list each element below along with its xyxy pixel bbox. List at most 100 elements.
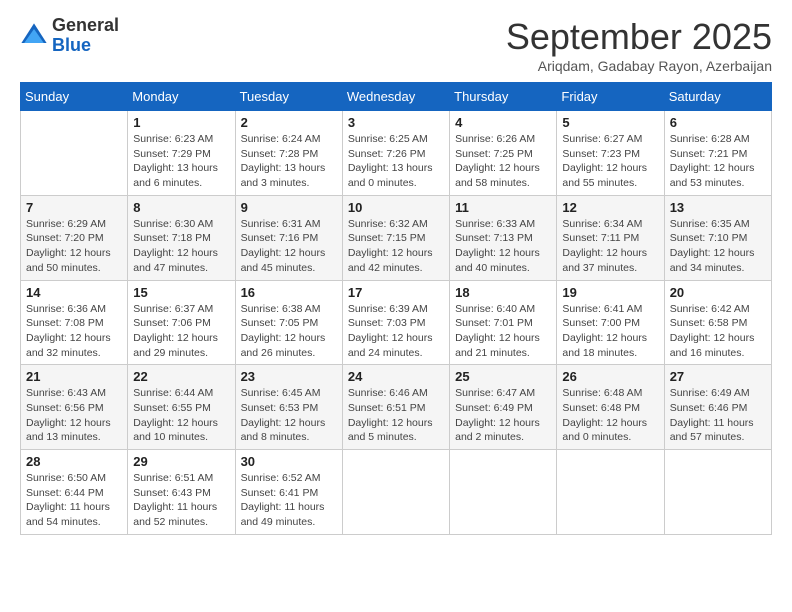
day-number: 21 [26, 369, 122, 384]
calendar-cell: 19 Sunrise: 6:41 AM Sunset: 7:00 PM Dayli… [557, 280, 664, 365]
day-number: 17 [348, 285, 444, 300]
day-number: 4 [455, 115, 551, 130]
day-info: Sunrise: 6:50 AM Sunset: 6:44 PM Dayligh… [26, 471, 122, 530]
calendar-week-3: 14 Sunrise: 6:36 AM Sunset: 7:08 PM Dayli… [21, 280, 772, 365]
day-info: Sunrise: 6:49 AM Sunset: 6:46 PM Dayligh… [670, 386, 766, 445]
calendar-week-5: 28Sunrise: 6:50 AM Sunset: 6:44 PM Dayli… [21, 450, 772, 535]
day-info: Sunrise: 6:42 AM Sunset: 6:58 PM Dayligh… [670, 302, 766, 361]
day-info: Sunrise: 6:32 AM Sunset: 7:15 PM Dayligh… [348, 217, 444, 276]
day-info: Sunrise: 6:31 AM Sunset: 7:16 PM Dayligh… [241, 217, 337, 276]
day-info: Sunrise: 6:29 AM Sunset: 7:20 PM Dayligh… [26, 217, 122, 276]
calendar-cell: 1 Sunrise: 6:23 AM Sunset: 7:29 PM Daylig… [128, 111, 235, 196]
day-header-saturday: Saturday [664, 83, 771, 111]
day-number: 24 [348, 369, 444, 384]
calendar-cell: 3 Sunrise: 6:25 AM Sunset: 7:26 PM Daylig… [342, 111, 449, 196]
day-number: 30 [241, 454, 337, 469]
calendar-week-4: 21Sunrise: 6:43 AM Sunset: 6:56 PM Dayli… [21, 365, 772, 450]
day-info: Sunrise: 6:45 AM Sunset: 6:53 PM Dayligh… [241, 386, 337, 445]
day-info: Sunrise: 6:28 AM Sunset: 7:21 PM Dayligh… [670, 132, 766, 191]
calendar-cell: 5 Sunrise: 6:27 AM Sunset: 7:23 PM Daylig… [557, 111, 664, 196]
day-info: Sunrise: 6:26 AM Sunset: 7:25 PM Dayligh… [455, 132, 551, 191]
day-info: Sunrise: 6:23 AM Sunset: 7:29 PM Dayligh… [133, 132, 229, 191]
day-header-tuesday: Tuesday [235, 83, 342, 111]
day-header-wednesday: Wednesday [342, 83, 449, 111]
calendar-cell: 9 Sunrise: 6:31 AM Sunset: 7:16 PM Daylig… [235, 195, 342, 280]
day-number: 29 [133, 454, 229, 469]
calendar-cell: 2Sunrise: 6:24 AM Sunset: 7:28 PM Daylig… [235, 111, 342, 196]
day-info: Sunrise: 6:41 AM Sunset: 7:00 PM Dayligh… [562, 302, 658, 361]
title-block: September 2025 Ariqdam, Gadabay Rayon, A… [506, 16, 772, 74]
day-header-monday: Monday [128, 83, 235, 111]
day-header-friday: Friday [557, 83, 664, 111]
day-number: 16 [241, 285, 337, 300]
day-info: Sunrise: 6:46 AM Sunset: 6:51 PM Dayligh… [348, 386, 444, 445]
calendar-week-1: 1 Sunrise: 6:23 AM Sunset: 7:29 PM Daylig… [21, 111, 772, 196]
day-number: 3 [348, 115, 444, 130]
day-number: 19 [562, 285, 658, 300]
day-number: 20 [670, 285, 766, 300]
calendar-table: SundayMondayTuesdayWednesdayThursdayFrid… [20, 82, 772, 535]
calendar-cell: 29Sunrise: 6:51 AM Sunset: 6:43 PM Dayli… [128, 450, 235, 535]
day-info: Sunrise: 6:37 AM Sunset: 7:06 PM Dayligh… [133, 302, 229, 361]
calendar-cell: 11 Sunrise: 6:33 AM Sunset: 7:13 PM Dayli… [450, 195, 557, 280]
calendar-cell: 22Sunrise: 6:44 AM Sunset: 6:55 PM Dayli… [128, 365, 235, 450]
calendar-cell: 18 Sunrise: 6:40 AM Sunset: 7:01 PM Dayli… [450, 280, 557, 365]
day-info: Sunrise: 6:48 AM Sunset: 6:48 PM Dayligh… [562, 386, 658, 445]
calendar-cell: 10 Sunrise: 6:32 AM Sunset: 7:15 PM Dayli… [342, 195, 449, 280]
calendar-cell: 13Sunrise: 6:35 AM Sunset: 7:10 PM Dayli… [664, 195, 771, 280]
calendar-cell: 21Sunrise: 6:43 AM Sunset: 6:56 PM Dayli… [21, 365, 128, 450]
calendar-cell: 25Sunrise: 6:47 AM Sunset: 6:49 PM Dayli… [450, 365, 557, 450]
day-info: Sunrise: 6:38 AM Sunset: 7:05 PM Dayligh… [241, 302, 337, 361]
logo-text: General Blue [52, 16, 119, 56]
day-header-thursday: Thursday [450, 83, 557, 111]
logo-icon [20, 22, 48, 50]
calendar-cell: 24 Sunrise: 6:46 AM Sunset: 6:51 PM Dayli… [342, 365, 449, 450]
day-info: Sunrise: 6:25 AM Sunset: 7:26 PM Dayligh… [348, 132, 444, 191]
day-number: 22 [133, 369, 229, 384]
logo: General Blue [20, 16, 119, 56]
calendar-cell: 30 Sunrise: 6:52 AM Sunset: 6:41 PM Dayli… [235, 450, 342, 535]
day-info: Sunrise: 6:33 AM Sunset: 7:13 PM Dayligh… [455, 217, 551, 276]
day-number: 18 [455, 285, 551, 300]
calendar-cell [664, 450, 771, 535]
location-subtitle: Ariqdam, Gadabay Rayon, Azerbaijan [506, 58, 772, 74]
day-number: 11 [455, 200, 551, 215]
day-info: Sunrise: 6:40 AM Sunset: 7:01 PM Dayligh… [455, 302, 551, 361]
day-number: 26 [562, 369, 658, 384]
calendar-cell: 27Sunrise: 6:49 AM Sunset: 6:46 PM Dayli… [664, 365, 771, 450]
calendar-cell [557, 450, 664, 535]
day-number: 1 [133, 115, 229, 130]
calendar-cell [21, 111, 128, 196]
day-number: 2 [241, 115, 337, 130]
day-info: Sunrise: 6:36 AM Sunset: 7:08 PM Dayligh… [26, 302, 122, 361]
day-info: Sunrise: 6:27 AM Sunset: 7:23 PM Dayligh… [562, 132, 658, 191]
calendar-cell [450, 450, 557, 535]
calendar-header: SundayMondayTuesdayWednesdayThursdayFrid… [21, 83, 772, 111]
calendar-cell: 4 Sunrise: 6:26 AM Sunset: 7:25 PM Daylig… [450, 111, 557, 196]
day-number: 9 [241, 200, 337, 215]
calendar-cell: 15Sunrise: 6:37 AM Sunset: 7:06 PM Dayli… [128, 280, 235, 365]
calendar-cell: 23Sunrise: 6:45 AM Sunset: 6:53 PM Dayli… [235, 365, 342, 450]
day-number: 12 [562, 200, 658, 215]
calendar-cell: 6 Sunrise: 6:28 AM Sunset: 7:21 PM Daylig… [664, 111, 771, 196]
day-info: Sunrise: 6:34 AM Sunset: 7:11 PM Dayligh… [562, 217, 658, 276]
day-number: 10 [348, 200, 444, 215]
calendar-cell: 8 Sunrise: 6:30 AM Sunset: 7:18 PM Daylig… [128, 195, 235, 280]
day-info: Sunrise: 6:52 AM Sunset: 6:41 PM Dayligh… [241, 471, 337, 530]
day-number: 25 [455, 369, 551, 384]
calendar-cell: 28Sunrise: 6:50 AM Sunset: 6:44 PM Dayli… [21, 450, 128, 535]
day-header-sunday: Sunday [21, 83, 128, 111]
calendar-cell: 16 Sunrise: 6:38 AM Sunset: 7:05 PM Dayli… [235, 280, 342, 365]
day-info: Sunrise: 6:30 AM Sunset: 7:18 PM Dayligh… [133, 217, 229, 276]
day-number: 7 [26, 200, 122, 215]
calendar-week-2: 7 Sunrise: 6:29 AM Sunset: 7:20 PM Daylig… [21, 195, 772, 280]
calendar-cell: 26 Sunrise: 6:48 AM Sunset: 6:48 PM Dayli… [557, 365, 664, 450]
day-number: 14 [26, 285, 122, 300]
day-number: 8 [133, 200, 229, 215]
day-number: 5 [562, 115, 658, 130]
calendar-cell [342, 450, 449, 535]
page-header: General Blue September 2025 Ariqdam, Gad… [20, 16, 772, 74]
calendar-cell: 14 Sunrise: 6:36 AM Sunset: 7:08 PM Dayli… [21, 280, 128, 365]
day-info: Sunrise: 6:35 AM Sunset: 7:10 PM Dayligh… [670, 217, 766, 276]
day-number: 6 [670, 115, 766, 130]
